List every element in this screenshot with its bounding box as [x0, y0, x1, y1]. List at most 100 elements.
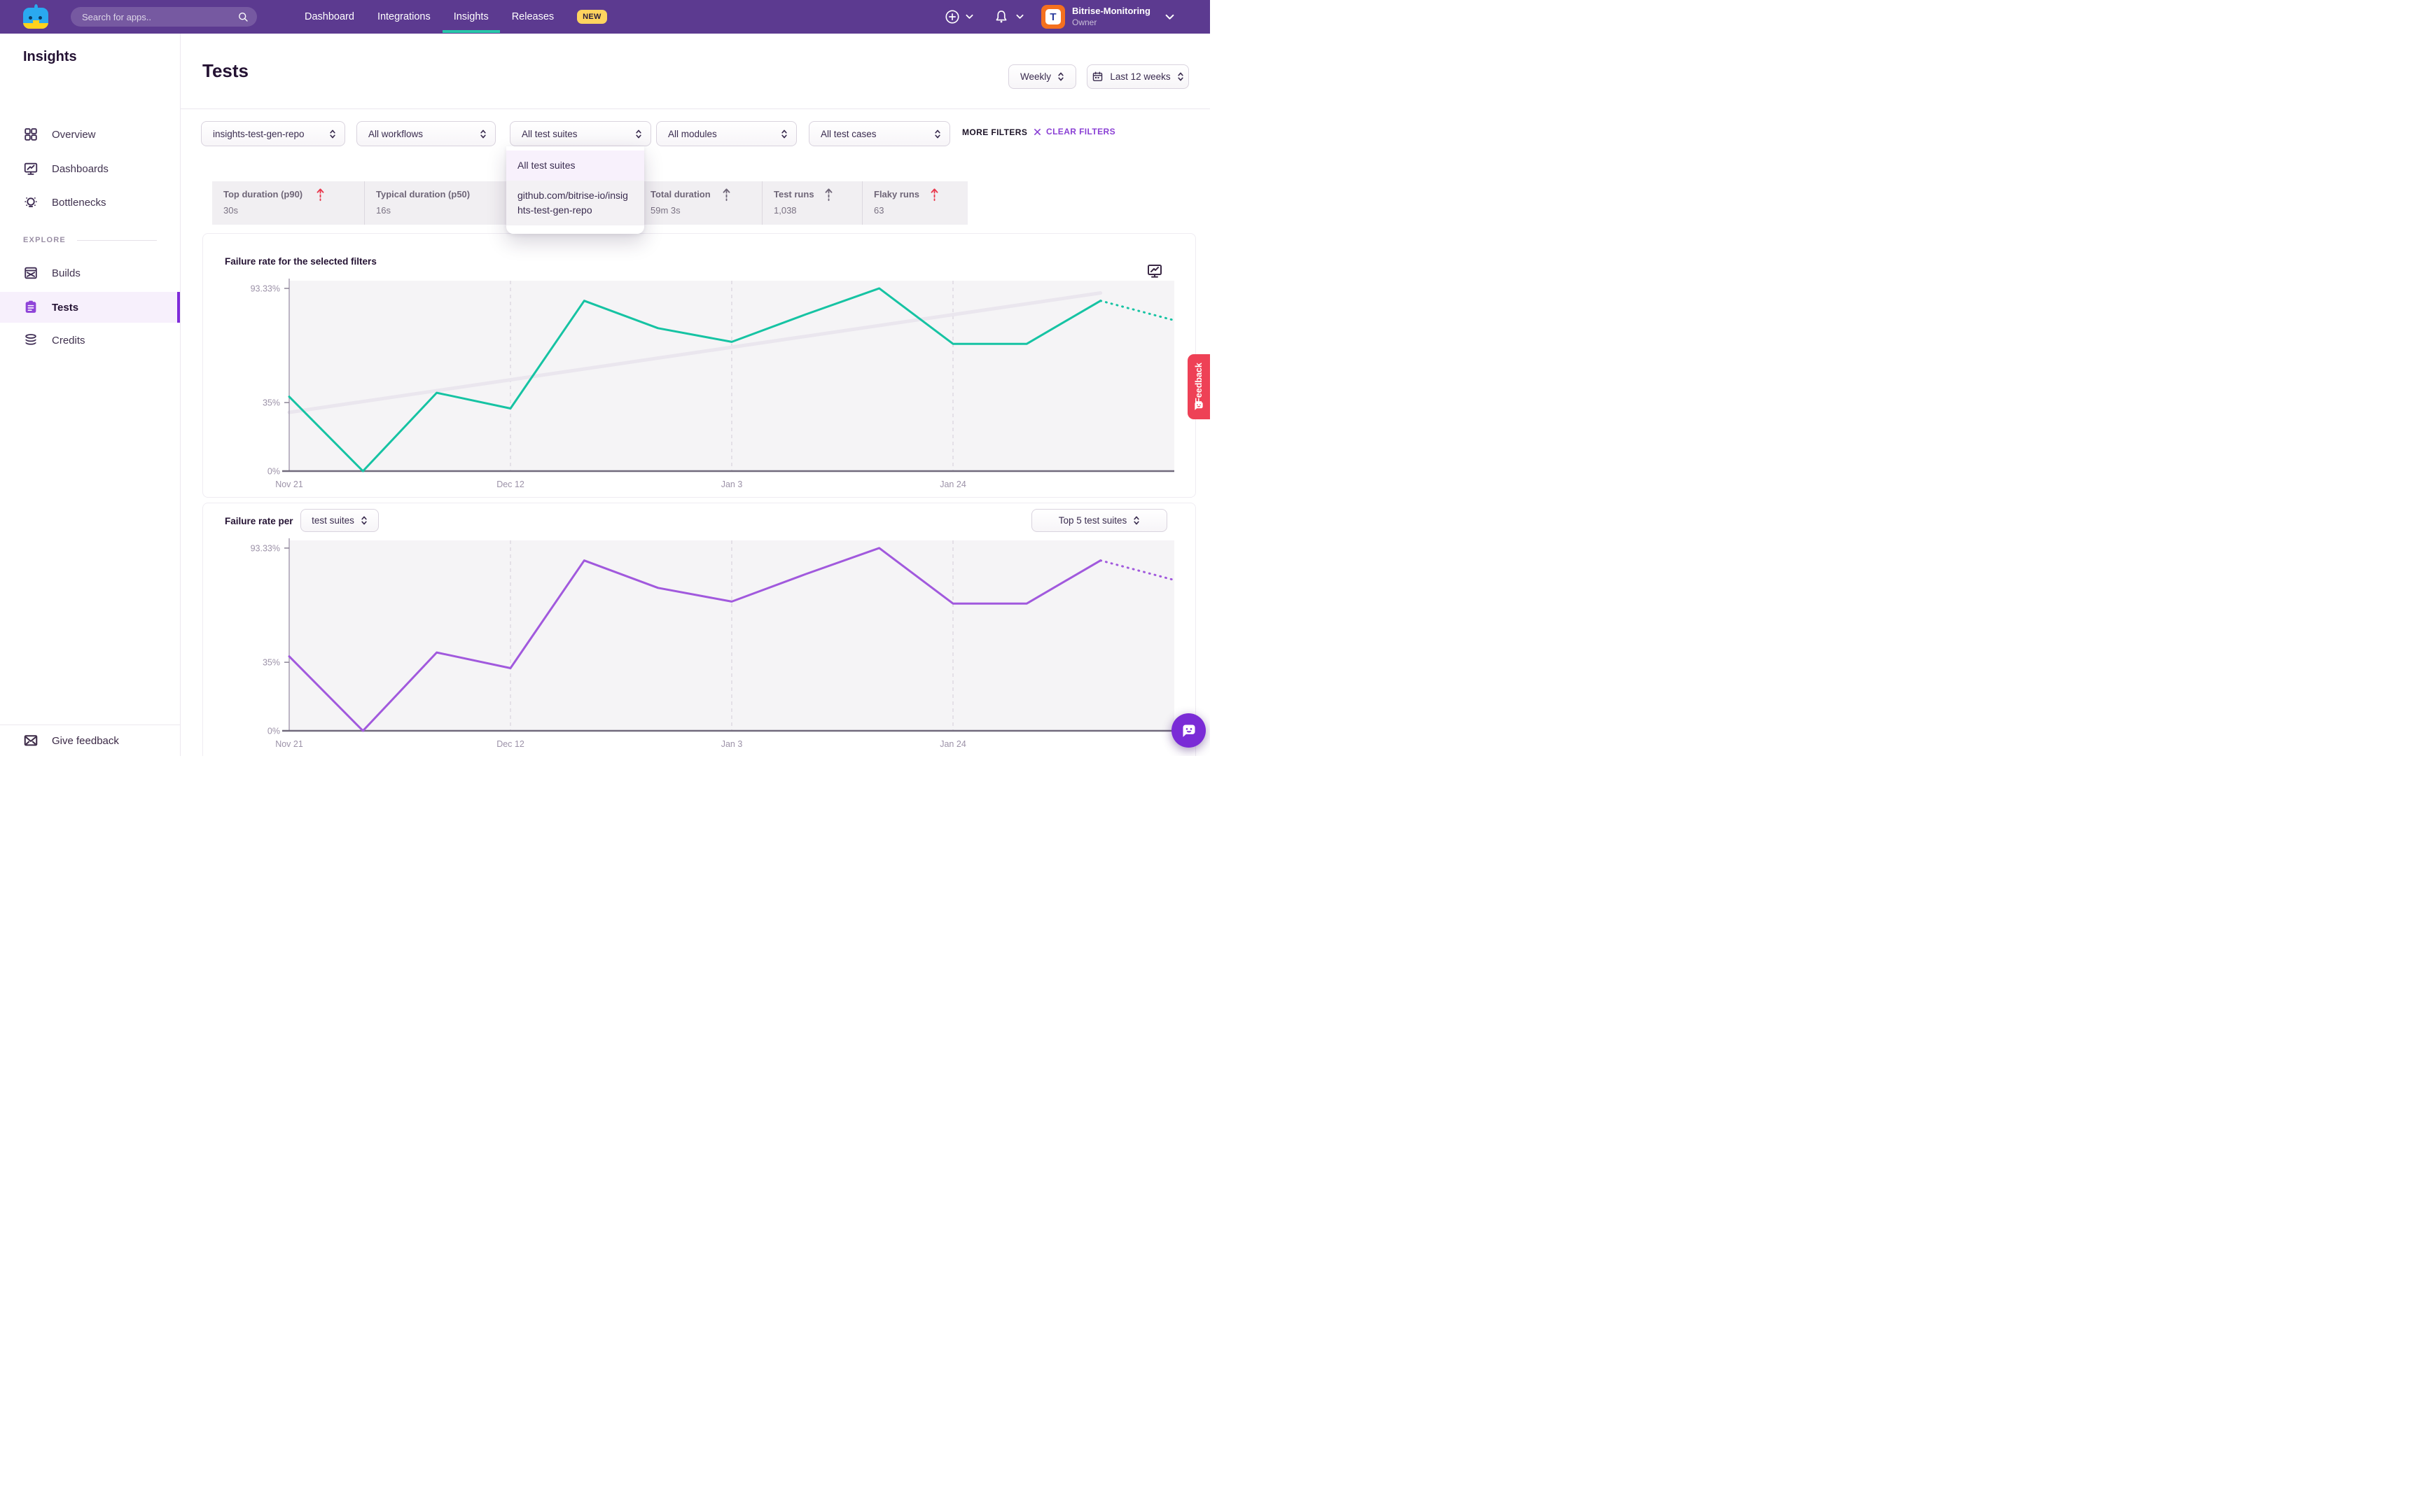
search-input[interactable] — [71, 12, 237, 22]
feedback-tab-label: Feedback — [1194, 363, 1204, 403]
grid-icon — [23, 127, 39, 142]
sidebar-item-credits[interactable]: Credits — [0, 325, 180, 356]
test-suites-dropdown-menu: All test suites github.com/bitrise-io/in… — [506, 146, 644, 234]
updown-caret-icon — [781, 129, 788, 139]
bitrise-logo[interactable] — [23, 6, 48, 29]
app-filter-value: insights-test-gen-repo — [202, 129, 324, 139]
svg-text:35%: 35% — [263, 658, 280, 668]
explore-divider — [77, 240, 157, 241]
top-suites-select[interactable]: Top 5 test suites — [1031, 509, 1167, 532]
notifications-chevron-icon[interactable] — [1016, 14, 1024, 20]
svg-text:93.33%: 93.33% — [251, 284, 280, 293]
x-icon — [1034, 128, 1041, 136]
svg-text:Dec 12: Dec 12 — [496, 739, 524, 749]
svg-text:Nov 21: Nov 21 — [275, 479, 303, 489]
svg-text:0%: 0% — [267, 727, 280, 736]
menu-option-all-test-suites[interactable]: All test suites — [506, 150, 644, 181]
workspace-avatar[interactable]: T — [1041, 5, 1065, 29]
workflows-filter-value: All workflows — [357, 129, 474, 139]
sidebar-title: Insights — [23, 49, 77, 65]
date-range-value: Last 12 weeks — [1110, 71, 1170, 82]
chat-launcher-button[interactable] — [1171, 713, 1206, 748]
sidebar-item-tests[interactable]: Tests — [0, 292, 180, 323]
stat-label: Typical duration (p50) — [376, 189, 470, 200]
test-cases-filter-select[interactable]: All test cases — [809, 121, 950, 146]
modules-filter-select[interactable]: All modules — [656, 121, 797, 146]
workspace-name[interactable]: Bitrise-Monitoring — [1072, 6, 1150, 16]
trend-up-icon — [930, 187, 939, 202]
nav-link-dashboard[interactable]: Dashboard — [305, 11, 354, 22]
failure-rate-per-chart-svg: 0%35%93.33%Nov 21Dec 12Jan 3Jan 24 — [210, 534, 1187, 755]
explore-section-label: EXPLORE — [23, 236, 66, 244]
sidebar-item-bottlenecks[interactable]: Bottlenecks — [0, 187, 180, 218]
svg-text:0%: 0% — [267, 467, 280, 477]
menu-option-repo-suite[interactable]: github.com/bitrise-io/insights-test-gen-… — [506, 181, 644, 225]
updown-caret-icon — [635, 129, 642, 139]
primary-nav-links: Dashboard Integrations Insights Releases… — [305, 0, 607, 34]
test-suites-filter-select[interactable]: All test suites — [510, 121, 651, 146]
header-divider — [180, 108, 1210, 109]
add-new-icon[interactable] — [945, 9, 960, 24]
stat-flaky-runs: Flaky runs 63 — [862, 181, 968, 225]
more-filters-button[interactable]: MORE FILTERS — [962, 127, 1027, 137]
dimension-select[interactable]: test suites — [300, 509, 379, 532]
stat-label: Total duration — [651, 189, 711, 200]
give-feedback-label: Give feedback — [52, 735, 119, 747]
app-search — [71, 7, 257, 27]
envelope-icon — [23, 733, 39, 748]
add-to-dashboard-icon[interactable] — [1146, 262, 1163, 279]
updown-caret-icon — [480, 129, 487, 139]
page-title: Tests — [202, 60, 249, 82]
stat-top-duration: Top duration (p90) 30s — [212, 181, 364, 225]
test-cases-filter-value: All test cases — [809, 129, 929, 139]
stat-label: Flaky runs — [874, 189, 919, 200]
coins-icon — [23, 332, 39, 348]
failure-rate-chart: 0%35%93.33%Nov 21Dec 12Jan 3Jan 24 — [210, 274, 1187, 495]
give-feedback-button[interactable]: Give feedback — [0, 724, 180, 756]
sidebar-item-overview[interactable]: Overview — [0, 119, 180, 150]
releases-new-badge: NEW — [577, 10, 607, 24]
workspace-avatar-tile: T — [1045, 9, 1061, 24]
sidebar-item-label: Bottlenecks — [52, 197, 106, 209]
sidebar: Insights Overview Dashboards Bottlenecks… — [0, 34, 181, 756]
clear-filters-button[interactable]: CLEAR FILTERS — [1034, 127, 1115, 136]
add-new-chevron-icon[interactable] — [966, 14, 973, 20]
updown-caret-icon — [1133, 515, 1140, 526]
trend-up-icon — [722, 187, 731, 202]
workspace-chevron-icon[interactable] — [1165, 14, 1174, 20]
logo-head — [23, 8, 48, 29]
svg-text:Jan 3: Jan 3 — [721, 739, 743, 749]
date-range-select[interactable]: Last 12 weeks — [1087, 64, 1189, 89]
trend-up-icon — [316, 187, 325, 202]
svg-text:Jan 24: Jan 24 — [940, 479, 966, 489]
granularity-select[interactable]: Weekly — [1008, 64, 1076, 89]
nav-link-insights[interactable]: Insights — [454, 11, 489, 22]
failure-rate-per-chart: 0%35%93.33%Nov 21Dec 12Jan 3Jan 24 — [210, 534, 1187, 755]
app-filter-select[interactable]: insights-test-gen-repo — [201, 121, 345, 146]
clipboard-icon — [23, 300, 39, 315]
failure-rate-chart-svg: 0%35%93.33%Nov 21Dec 12Jan 3Jan 24 — [210, 274, 1187, 495]
updown-caret-icon — [934, 129, 941, 139]
sidebar-item-label: Tests — [52, 302, 78, 314]
search-icon[interactable] — [237, 11, 249, 22]
workflows-filter-select[interactable]: All workflows — [356, 121, 496, 146]
stat-value: 16s — [376, 205, 501, 216]
updown-caret-icon — [1177, 71, 1184, 82]
stat-total-duration: Total duration 59m 3s — [639, 181, 762, 225]
nav-link-integrations[interactable]: Integrations — [377, 11, 431, 22]
nav-link-releases[interactable]: Releases — [512, 11, 554, 22]
granularity-value: Weekly — [1020, 71, 1051, 82]
updown-caret-icon — [1057, 71, 1064, 82]
notifications-bell-icon[interactable] — [994, 9, 1009, 24]
sidebar-item-builds[interactable]: Builds — [0, 258, 180, 288]
monitor-chart-icon — [23, 161, 39, 176]
svg-text:Jan 24: Jan 24 — [940, 739, 966, 749]
stat-test-runs: Test runs 1,038 — [762, 181, 862, 225]
trend-up-icon — [824, 187, 833, 202]
stat-label: Top duration (p90) — [223, 189, 302, 200]
sidebar-item-dashboards[interactable]: Dashboards — [0, 153, 180, 184]
stat-value: 30s — [223, 205, 357, 216]
failure-rate-chart-title: Failure rate for the selected filters — [225, 256, 377, 267]
feedback-tab[interactable]: Feedback — [1188, 354, 1210, 419]
svg-text:Dec 12: Dec 12 — [496, 479, 524, 489]
